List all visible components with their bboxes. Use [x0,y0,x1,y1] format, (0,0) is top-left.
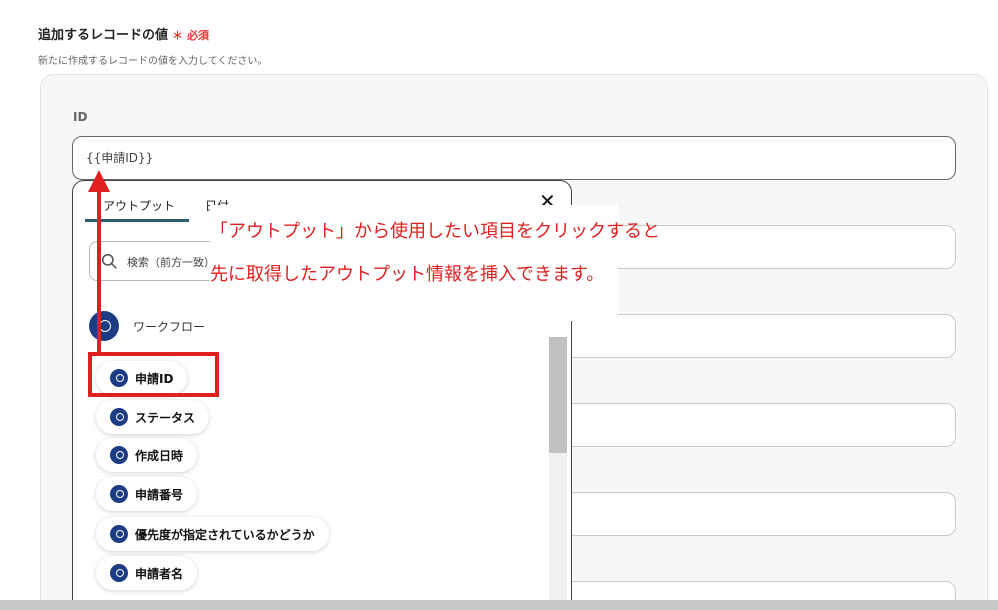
output-item-created-at[interactable]: 作成日時 [96,438,198,472]
scrollbar-thumb[interactable] [549,337,567,453]
workflow-icon [110,408,128,426]
callout-line-2: 先に取得したアウトプット情報を挿入できます。 [210,264,605,285]
output-item-label: 優先度が指定されているかどうか [135,527,315,542]
output-item-applicant-name[interactable]: 申請者名 [96,556,198,590]
required-mark: ＊ [172,29,184,42]
output-item-label: ステータス [135,410,196,425]
id-input[interactable]: {{申請ID}} [72,136,956,180]
section-description: 新たに作成するレコードの値を入力してください。 [38,56,268,67]
section-title: 追加するレコードの値＊必須 [38,24,209,43]
output-item-label: 申請者名 [135,566,184,581]
search-icon [101,253,117,269]
instruction-callout: 「アウトプット」から使用したい項目をクリックすると 先に取得したアウトプット情報… [210,205,660,321]
workflow-icon [110,525,128,543]
horizontal-scrollbar[interactable] [0,600,998,610]
arrow-up-icon [88,170,110,192]
highlight-box [88,352,219,397]
section-title-text: 追加するレコードの値 [38,28,169,43]
output-item-priority[interactable]: 優先度が指定されているかどうか [96,517,329,551]
arrow-line [97,190,101,354]
output-item-application-number[interactable]: 申請番号 [96,477,198,511]
output-item-label: 作成日時 [135,448,184,463]
callout-line-1: 「アウトプット」から使用したい項目をクリックすると [210,221,660,242]
workflow-icon [110,485,128,503]
group-label: ワークフロー [133,320,206,334]
tab-output[interactable]: アウトプット [103,197,175,214]
required-label: 必須 [187,29,210,42]
workflow-icon [110,564,128,582]
workflow-icon [110,446,128,464]
workflow-app-icon [89,311,119,341]
output-item-label: 申請番号 [135,487,184,502]
output-item-status[interactable]: ステータス [96,400,210,434]
field-label-id: ID [73,110,88,124]
search-placeholder: 検索（前方一致） [127,256,215,269]
